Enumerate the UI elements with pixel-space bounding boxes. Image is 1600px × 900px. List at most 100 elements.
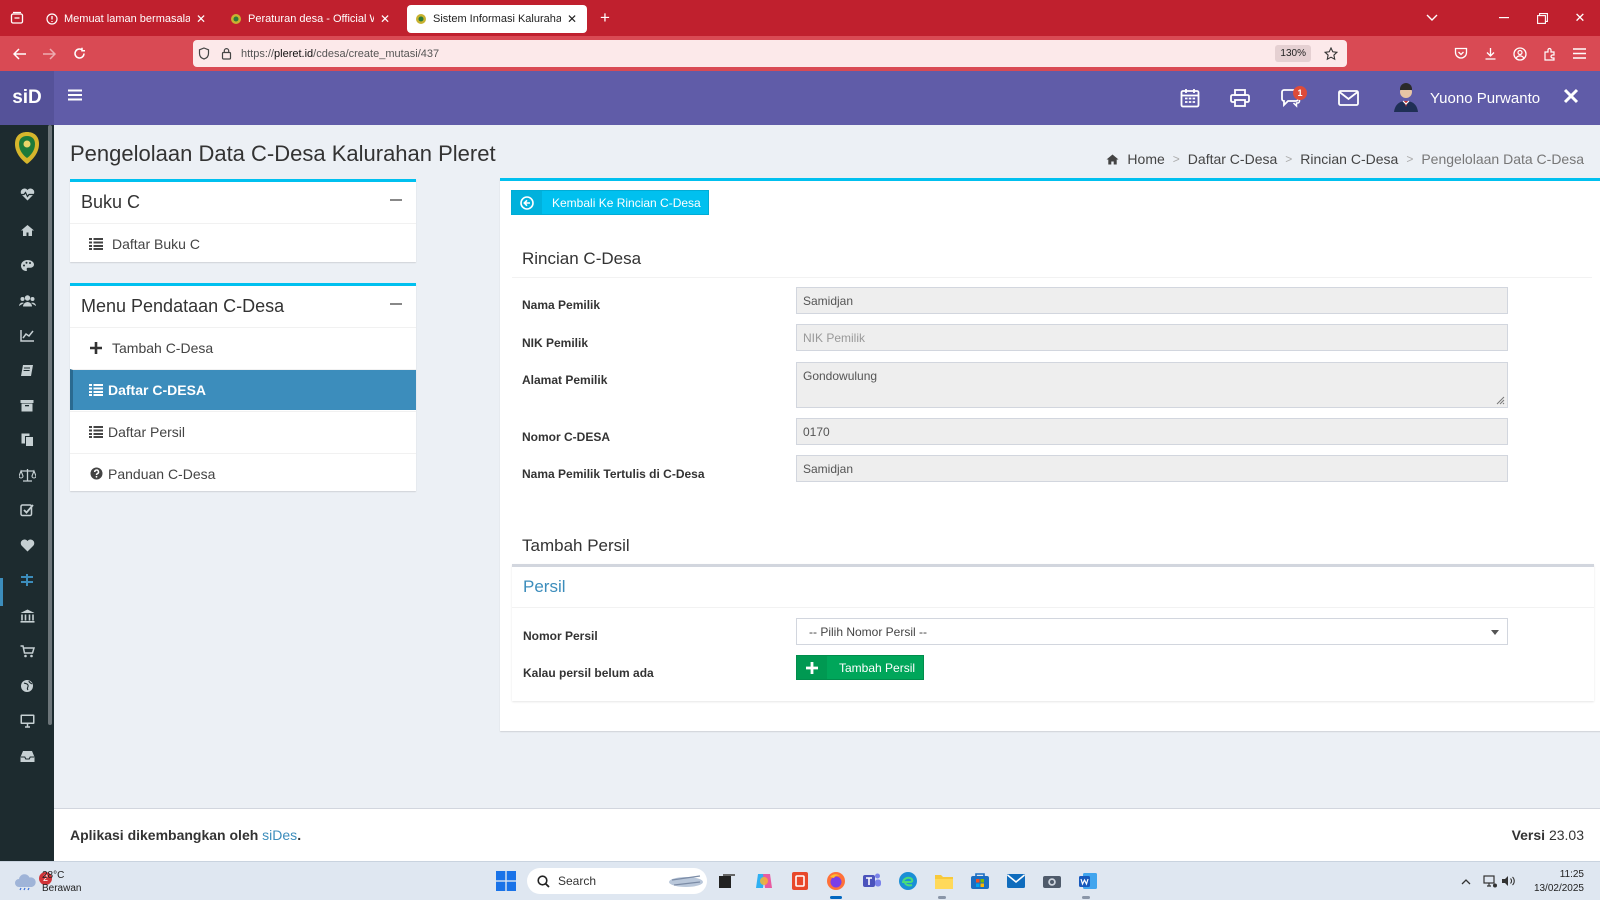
menu-item-daftar-buku-c[interactable]: Daftar Buku C [70, 223, 416, 263]
nomor-cdesa-label: Nomor C-DESA [522, 430, 611, 444]
breadcrumb-home[interactable]: Home [1127, 151, 1164, 167]
office-app-icon[interactable] [788, 869, 812, 893]
task-view-icon[interactable] [715, 869, 739, 893]
user-name[interactable]: Yuono Purwanto [1430, 90, 1540, 107]
tab-close-icon[interactable]: ✕ [194, 12, 208, 26]
pocket-icon[interactable] [1448, 36, 1474, 71]
url-text[interactable]: https://pleret.id/cdesa/create_mutasi/43… [241, 48, 439, 60]
tab-close-icon[interactable]: ✕ [565, 12, 579, 26]
tab-close-icon[interactable]: ✕ [378, 12, 392, 26]
teams-icon[interactable] [860, 869, 884, 893]
brand-logo[interactable]: siD [0, 71, 54, 125]
site-favicon-icon [415, 13, 427, 25]
network-icon[interactable] [1482, 874, 1498, 888]
menu-item-panduan-cdesa[interactable]: Panduan C-Desa [70, 453, 416, 493]
alamat-pemilik-textarea[interactable]: Gondowulung [796, 362, 1508, 408]
word-icon[interactable] [1076, 869, 1100, 893]
menu-item-tambah-cdesa[interactable]: Tambah C-Desa [70, 327, 416, 367]
back-arrow-icon[interactable] [7, 36, 33, 71]
copy-icon[interactable] [17, 432, 37, 448]
money-icon[interactable] [17, 572, 37, 588]
zoom-level-badge[interactable]: 130% [1275, 45, 1311, 62]
printer-icon[interactable] [1229, 87, 1251, 109]
check-square-icon[interactable] [17, 502, 37, 518]
browser-tab[interactable]: Memuat laman bermasalah ✕ [38, 5, 216, 33]
nama-pemilik-field[interactable]: Samidjan [796, 287, 1508, 314]
address-bar[interactable]: https://pleret.id/cdesa/create_mutasi/43… [193, 40, 1347, 67]
book-icon[interactable] [17, 362, 37, 378]
menu-item-label: Tambah C-Desa [112, 339, 214, 356]
nomor-cdesa-field[interactable]: 0170 [796, 418, 1508, 445]
line-chart-icon[interactable] [17, 327, 37, 343]
minimize-icon[interactable] [1486, 0, 1522, 36]
bookmark-star-icon[interactable] [1321, 44, 1341, 64]
menu-item-daftar-persil[interactable]: Daftar Persil [70, 411, 416, 451]
resize-grip-icon[interactable] [1495, 395, 1505, 405]
desktop-icon[interactable] [17, 713, 37, 729]
balance-scale-icon[interactable] [17, 467, 37, 483]
calendar-icon[interactable] [1179, 87, 1201, 109]
users-icon[interactable] [17, 292, 37, 308]
camera-app-icon[interactable] [1040, 869, 1064, 893]
heartbeat-icon[interactable] [17, 186, 37, 202]
clock-date[interactable]: 13/02/2025 [1532, 883, 1584, 894]
windows-start-icon[interactable] [494, 869, 518, 893]
nomor-persil-select[interactable]: -- Pilih Nomor Persil -- [796, 618, 1508, 645]
home-icon[interactable] [1106, 154, 1119, 165]
collapse-minus-icon[interactable] [390, 303, 402, 305]
nik-pemilik-field[interactable]: NIK Pemilik [796, 324, 1508, 351]
breadcrumb-daftar-cdesa[interactable]: Daftar C-Desa [1188, 151, 1277, 167]
list-all-tabs-icon[interactable] [1420, 0, 1444, 36]
account-icon[interactable] [1507, 36, 1533, 71]
forward-arrow-icon[interactable] [36, 36, 62, 71]
logout-close-icon[interactable] [1563, 88, 1581, 106]
shield-icon[interactable] [193, 47, 215, 60]
new-tab-icon[interactable]: + [594, 0, 616, 36]
content-wrapper: Pengelolaan Data C-Desa Kalurahan Pleret… [54, 125, 1600, 808]
inbox-icon[interactable] [17, 748, 37, 764]
restore-icon[interactable] [1524, 0, 1560, 36]
browser-nav-bar: https://pleret.id/cdesa/create_mutasi/43… [0, 36, 1600, 71]
menu-item-daftar-cdesa[interactable]: Daftar C-DESA [70, 369, 416, 410]
file-explorer-icon[interactable] [932, 869, 956, 893]
sides-link[interactable]: siDes [262, 827, 297, 843]
sidebar-toggle-icon[interactable] [68, 88, 86, 106]
browser-tab-active[interactable]: Sistem Informasi Kalurahan Pler ✕ [407, 5, 587, 33]
extensions-icon[interactable] [1537, 36, 1563, 71]
tambah-persil-button[interactable]: Tambah Persil [796, 655, 924, 680]
sidebar-active-indicator [0, 578, 3, 606]
footer-credit: Aplikasi dikembangkan oleh siDes. [70, 827, 301, 843]
firefox-icon[interactable] [824, 869, 848, 893]
reload-icon[interactable] [66, 36, 92, 71]
volume-icon[interactable] [1500, 874, 1516, 888]
list-icon [88, 237, 104, 251]
chevron-up-icon[interactable] [1458, 874, 1474, 888]
back-to-rincian-button[interactable]: Kembali Ke Rincian C-Desa [511, 190, 709, 215]
persil-panel-title: Persil [523, 577, 566, 596]
lock-icon[interactable] [215, 47, 237, 60]
mail-app-icon[interactable] [1004, 869, 1028, 893]
archive-icon[interactable] [17, 397, 37, 413]
collapse-minus-icon[interactable] [390, 199, 402, 201]
mail-icon[interactable] [1337, 87, 1359, 109]
tab-overview-icon[interactable] [6, 0, 28, 36]
user-avatar[interactable] [1392, 82, 1420, 112]
store-icon[interactable] [968, 869, 992, 893]
bank-icon[interactable] [17, 608, 37, 624]
sidebar-scrollbar[interactable] [48, 125, 52, 725]
shopping-cart-icon[interactable] [17, 643, 37, 659]
download-icon[interactable] [1477, 36, 1503, 71]
edge-icon[interactable] [896, 869, 920, 893]
browser-tab[interactable]: Peraturan desa - Official Websit ✕ [222, 5, 400, 33]
clock-time[interactable]: 11:25 [1532, 869, 1584, 880]
nama-tertulis-field[interactable]: Samidjan [796, 455, 1508, 482]
heart-icon[interactable] [17, 537, 37, 553]
palette-icon[interactable] [17, 257, 37, 273]
breadcrumb-rincian-cdesa[interactable]: Rincian C-Desa [1300, 151, 1398, 167]
window-close-icon[interactable]: ✕ [1562, 0, 1598, 36]
home-icon[interactable] [17, 222, 37, 238]
village-emblem-logo[interactable] [14, 131, 40, 165]
globe-icon[interactable] [17, 678, 37, 694]
app-menu-icon[interactable] [1566, 36, 1592, 71]
copilot-icon[interactable] [752, 869, 776, 893]
